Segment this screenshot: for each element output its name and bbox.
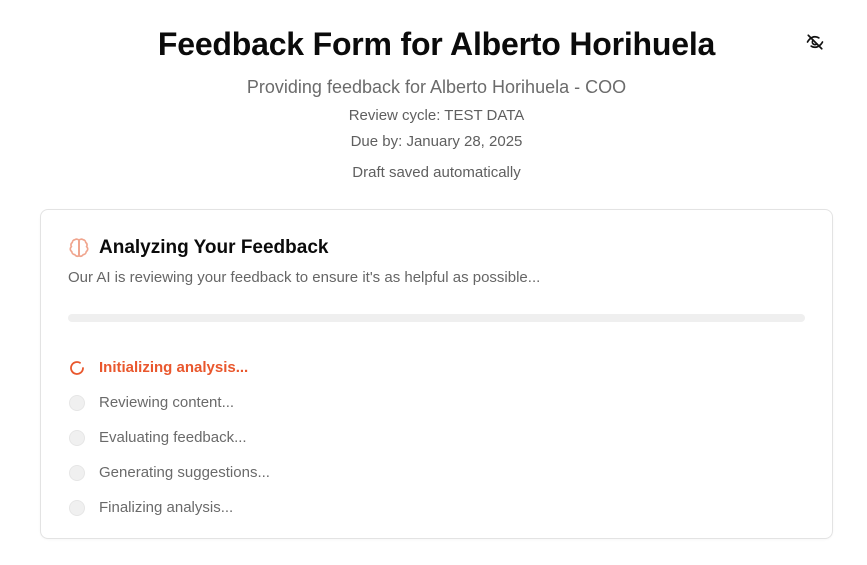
analysis-description: Our AI is reviewing your feedback to ens… [68, 269, 541, 286]
review-cycle: Review cycle: TEST DATA [348, 107, 525, 124]
page-title: Feedback Form for Alberto Horihuela [157, 26, 716, 62]
step-evaluating: Evaluating feedback... [68, 420, 668, 455]
due-date: Due by: January 28, 2025 [350, 133, 523, 150]
step-label: Generating suggestions... [99, 463, 270, 481]
step-label: Finalizing analysis... [99, 498, 234, 516]
brain-icon [68, 237, 90, 259]
circle-icon [68, 394, 85, 411]
spinner-icon [68, 359, 85, 376]
step-reviewing: Reviewing content... [68, 385, 668, 420]
analysis-header: Analyzing Your Feedback [68, 236, 328, 260]
draft-status: Draft saved automatically [352, 164, 521, 181]
circle-icon [68, 464, 85, 481]
step-label: Evaluating feedback... [99, 428, 247, 446]
step-finalizing: Finalizing analysis... [68, 490, 668, 525]
circle-icon [68, 499, 85, 516]
page-subtitle: Providing feedback for Alberto Horihuela… [246, 77, 627, 97]
step-label: Reviewing content... [99, 393, 235, 411]
step-initializing: Initializing analysis... [68, 350, 668, 385]
step-label: Initializing analysis... [99, 358, 249, 376]
feedback-form-page: Feedback Form for Alberto Horihuela Prov… [0, 0, 867, 565]
analysis-title: Analyzing Your Feedback [99, 237, 329, 258]
step-generating: Generating suggestions... [68, 455, 668, 490]
analysis-progress-bar [68, 314, 805, 322]
toggle-visibility-button[interactable] [803, 30, 827, 54]
analysis-card: Analyzing Your Feedback Our AI is review… [40, 209, 833, 539]
circle-icon [68, 429, 85, 446]
analysis-steps: Initializing analysis... Reviewing conte… [68, 350, 668, 525]
eye-off-icon [806, 34, 824, 50]
